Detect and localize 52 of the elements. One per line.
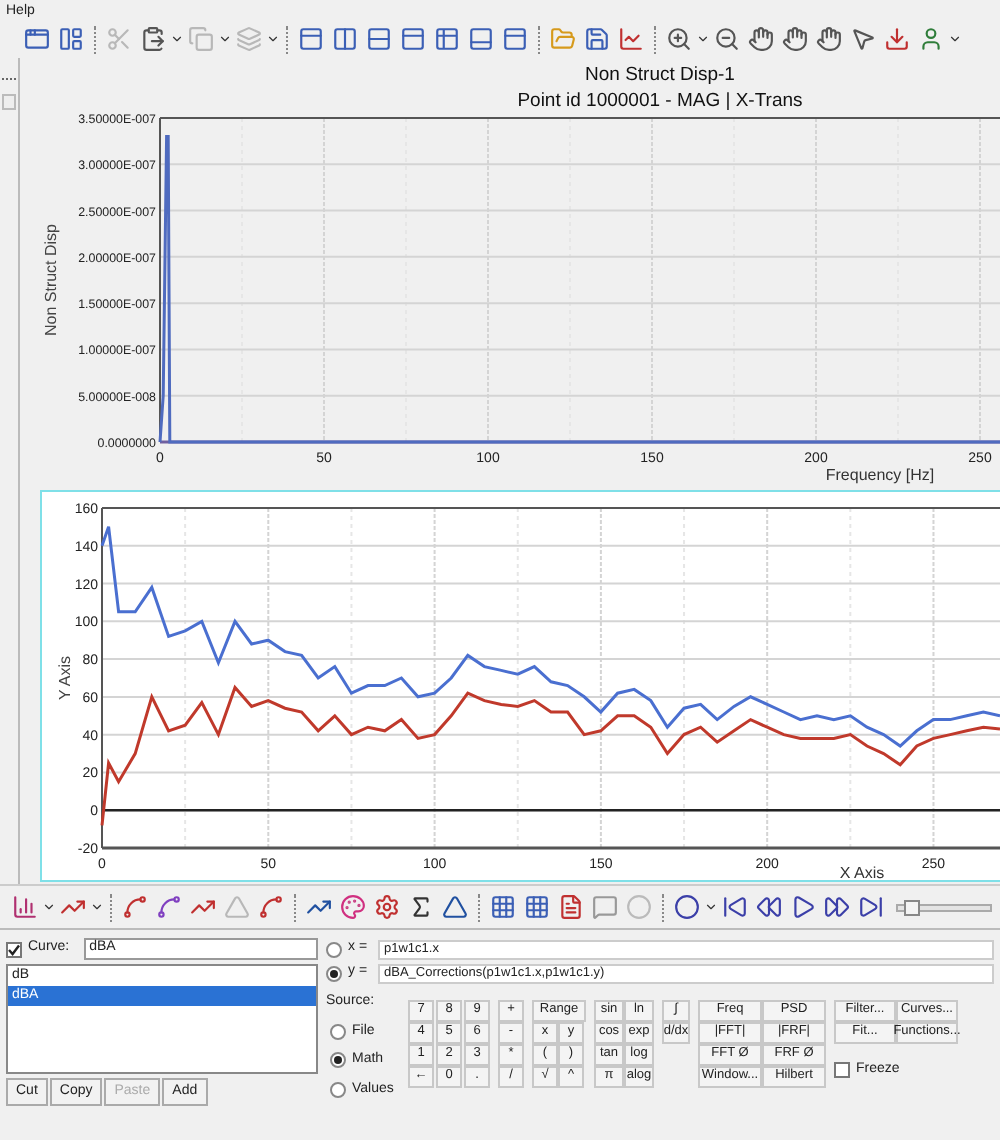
checkbox[interactable] (834, 1062, 850, 1079)
skip-back-icon[interactable] (722, 894, 748, 920)
axis-title: Frequency [Hz] (825, 466, 935, 484)
columns-icon[interactable] (332, 26, 358, 52)
color-wheel-icon[interactable] (340, 894, 366, 920)
axis-title: Non Struct Disp (42, 223, 60, 337)
grid-icon[interactable] (524, 894, 550, 920)
checkbox[interactable] (6, 941, 22, 957)
document-icon[interactable] (558, 894, 584, 920)
hand-icon[interactable] (748, 26, 774, 52)
page-icon[interactable] (298, 26, 324, 52)
radio-button[interactable] (330, 1023, 346, 1040)
rewind-icon[interactable] (756, 894, 782, 920)
radio-button[interactable] (326, 941, 342, 957)
bar-chart-icon[interactable] (12, 894, 38, 920)
hand-icon[interactable] (816, 26, 842, 52)
pointer-icon[interactable] (850, 26, 876, 52)
page-icon[interactable] (400, 26, 426, 52)
axis-title: X Axis (839, 864, 885, 880)
chart-icon[interactable] (618, 26, 644, 52)
curve-icon[interactable] (156, 894, 182, 920)
hand-icon[interactable] (782, 26, 808, 52)
play-icon[interactable] (790, 894, 816, 920)
user-icon[interactable] (918, 26, 944, 52)
circle-icon[interactable] (674, 894, 700, 920)
zoom-in-icon[interactable] (666, 26, 692, 52)
slider-track[interactable] (896, 903, 992, 911)
slider-thumb[interactable] (904, 899, 921, 915)
table-icon[interactable] (434, 26, 460, 52)
zoom-out-icon[interactable] (714, 26, 740, 52)
axis-title: Y Axis (56, 655, 74, 701)
window-icon[interactable] (24, 26, 50, 52)
sigma-icon[interactable] (408, 894, 434, 920)
grid-icon[interactable] (490, 894, 516, 920)
radio-button[interactable] (330, 1081, 346, 1098)
panel-icon[interactable] (58, 26, 84, 52)
page-icon[interactable] (502, 26, 528, 52)
fast-forward-icon[interactable] (824, 894, 850, 920)
paste-icon[interactable] (140, 26, 166, 52)
triangle-icon[interactable] (442, 894, 468, 920)
skip-forward-icon[interactable] (858, 894, 884, 920)
radio-button[interactable] (330, 1052, 346, 1069)
curve-icon[interactable] (258, 894, 284, 920)
export-icon[interactable] (884, 26, 910, 52)
page-icon[interactable] (468, 26, 494, 52)
chart-title: Non Struct Disp-1 (585, 64, 735, 86)
save-icon[interactable] (584, 26, 610, 52)
rows-icon[interactable] (366, 26, 392, 52)
radio-button[interactable] (326, 965, 342, 981)
chart-subtitle: Point id 1000001 - MAG | X-Trans (517, 90, 803, 112)
gear-icon[interactable] (374, 894, 400, 920)
curve-icon[interactable] (122, 894, 148, 920)
